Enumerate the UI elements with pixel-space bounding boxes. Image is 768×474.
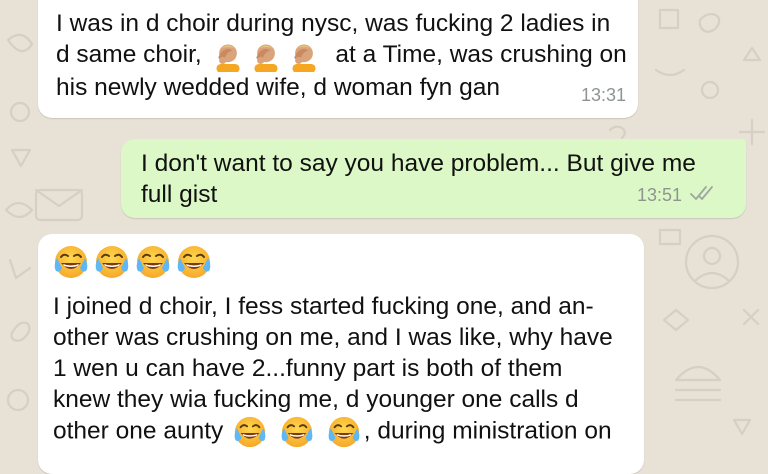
message-time: 13:51 [636,185,682,205]
face-with-tears-of-joy-emoji [53,244,89,280]
face-with-tears-of-joy-emoji [94,244,130,280]
message-bubble-outgoing[interactable]: I don't want to say you have problem... … [121,139,746,218]
person-facepalming-emoji [212,40,244,72]
face-with-tears-of-joy-emoji [327,415,361,449]
face-with-tears-of-joy-emoji [135,244,171,280]
message-meta: 13:51 [637,185,716,206]
message-meta: 13:31 [581,85,626,106]
message-text: I joined d choir, I fess started fucking… [53,291,644,449]
message-bubble-incoming-1[interactable]: I was in d choir during nysc, was fuckin… [38,0,638,118]
message-time: 13:31 [580,85,626,105]
leading-emoji-row [53,241,644,283]
face-with-tears-of-joy-emoji [176,244,212,280]
message-bubble-incoming-2[interactable]: I joined d choir, I fess started fucking… [38,234,644,474]
face-with-tears-of-joy-emoji [280,415,314,449]
person-facepalming-emoji [250,40,282,72]
person-facepalming-emoji [288,40,320,72]
face-with-tears-of-joy-emoji [233,415,267,449]
double-check-icon [690,185,716,206]
message-text: I was in d choir during nysc, was fuckin… [56,10,627,101]
